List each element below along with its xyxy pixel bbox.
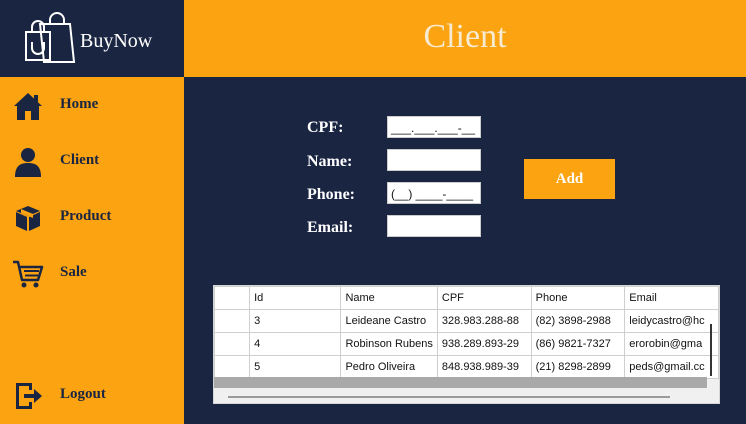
cpf-label: CPF: [307,119,344,136]
sidebar-item-sale[interactable]: Sale [0,252,184,296]
table-row[interactable]: 4 Robinson Rubens 938.289.893-29 (86) 98… [214,332,719,356]
name-input[interactable] [387,149,481,171]
phone-input[interactable]: (__) ____-____ [387,182,481,204]
sidebar-item-label: Home [60,96,99,112]
cell-cpf[interactable]: 328.983.288-88 [436,309,532,333]
app-logo-text: BuyNow [80,30,153,52]
logout-button[interactable]: Logout [0,374,184,418]
email-label: Email: [307,219,354,236]
table-row[interactable]: 5 Pedro Oliveira 848.938.989-39 (21) 829… [214,355,719,379]
row-header-corner [214,286,251,310]
cell-name[interactable]: Robinson Rubens [340,332,438,356]
email-input[interactable] [387,215,481,237]
home-icon [14,93,42,120]
cell-id[interactable]: 4 [249,332,342,356]
column-header-id[interactable]: Id [249,286,342,310]
sidebar: BuyNow Home Client Product Sale Logout [0,0,184,424]
clients-grid[interactable]: Id Name CPF Phone Email 3 Leideane Castr… [213,285,720,404]
row-header[interactable] [214,309,251,333]
cell-name[interactable]: Leideane Castro [340,309,438,333]
row-header[interactable] [214,332,251,356]
logout-icon [16,383,42,409]
page-header: Client [184,0,746,77]
cell-email[interactable]: leidycastro@hc [624,309,719,333]
column-header-phone[interactable]: Phone [530,286,626,310]
box-icon [16,206,40,231]
table-row[interactable]: 3 Leideane Castro 328.983.288-88 (82) 38… [214,309,719,333]
page-title: Client [423,18,507,55]
logo: BuyNow [0,0,184,77]
cpf-input[interactable]: ___.___.___-__ [387,116,481,138]
phone-label: Phone: [307,186,355,203]
cell-id[interactable]: 3 [249,309,342,333]
cell-cpf[interactable]: 938.289.893-29 [436,332,532,356]
column-header-name[interactable]: Name [340,286,438,310]
sidebar-item-product[interactable]: Product [0,196,184,240]
sidebar-item-client[interactable]: Client [0,140,184,184]
row-header[interactable] [214,355,251,379]
cell-phone[interactable]: (82) 3898-2988 [530,309,626,333]
user-icon [15,148,41,177]
horizontal-scrollbar[interactable] [228,396,670,398]
vertical-scrollbar[interactable] [710,324,712,376]
sidebar-item-label: Product [60,208,112,224]
cell-email[interactable]: peds@gmail.cc [624,355,719,379]
column-header-cpf[interactable]: CPF [436,286,532,310]
shopping-bags-icon [25,12,76,63]
logout-label: Logout [60,386,106,402]
cell-cpf[interactable]: 848.938.989-39 [436,355,532,379]
cell-phone[interactable]: (86) 9821-7327 [530,332,626,356]
sidebar-item-label: Sale [60,264,87,280]
cart-icon [13,260,44,288]
table-header-row: Id Name CPF Phone Email [214,286,719,310]
clients-table: Id Name CPF Phone Email 3 Leideane Castr… [214,286,719,379]
cell-id[interactable]: 5 [249,355,342,379]
name-label: Name: [307,153,353,170]
add-button[interactable]: Add [524,159,615,199]
cell-email[interactable]: erorobin@gma [624,332,719,356]
grid-empty-area [214,377,707,388]
sidebar-item-label: Client [60,152,100,168]
sidebar-item-home[interactable]: Home [0,84,184,128]
cell-name[interactable]: Pedro Oliveira [340,355,438,379]
column-header-email[interactable]: Email [624,286,719,310]
cell-phone[interactable]: (21) 8298-2899 [530,355,626,379]
